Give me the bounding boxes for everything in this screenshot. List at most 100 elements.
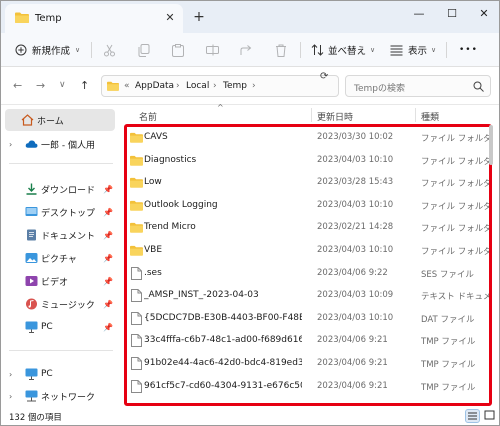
- minimize-button[interactable]: —: [409, 5, 429, 23]
- sidebar-label: ネットワーク: [41, 392, 96, 403]
- file-row[interactable]: Outlook Logging 2023/04/03 10:10 ファイル フォルダ…: [121, 195, 491, 217]
- recent-locations-icon[interactable]: ∨: [59, 80, 66, 90]
- sidebar-item-desktop[interactable]: デスクトップ 📌: [1, 201, 117, 223]
- pin-icon[interactable]: 📌: [103, 323, 113, 332]
- sidebar-item-pictures[interactable]: ピクチャ 📌: [1, 247, 117, 269]
- sidebar-item-documents[interactable]: ドキュメント 📌: [1, 224, 117, 246]
- search-input[interactable]: Tempの検索: [345, 75, 491, 97]
- file-modified-date: 2023/04/03 10:09: [317, 290, 394, 301]
- file-row[interactable]: Trend Micro 2023/02/21 14:28 ファイル フォルダー: [121, 217, 491, 239]
- file-name: 33c4fffa-c6b7-48c1-ad00-f689d616cc08.t..…: [144, 335, 302, 346]
- tiles-view-button[interactable]: [483, 409, 498, 423]
- new-button[interactable]: 新規作成 ∨: [15, 41, 80, 59]
- file-modified-date: 2023/04/03 10:10: [317, 199, 394, 210]
- folder-icon: [15, 12, 29, 23]
- hidden-path-icon[interactable]: «: [124, 81, 130, 91]
- file-name: CAVS: [144, 132, 168, 142]
- file-row[interactable]: .ses 2023/04/06 9:22 SES ファイル: [121, 263, 491, 285]
- details-view-button[interactable]: [465, 409, 480, 423]
- file-type: TMP ファイル: [421, 360, 476, 370]
- file-name: 961cf5c7-cd60-4304-9131-e676c501bb03....: [144, 380, 302, 391]
- refresh-icon[interactable]: ⟳: [320, 71, 328, 82]
- view-list-icon: [390, 45, 403, 55]
- file-row[interactable]: Low 2023/03/28 15:43 ファイル フォルダー: [121, 172, 491, 194]
- column-header-type[interactable]: 種類: [421, 110, 439, 123]
- breadcrumb-appdata[interactable]: AppData: [135, 81, 174, 91]
- sidebar-item-downloads[interactable]: ダウンロード 📌: [1, 178, 117, 200]
- file-name: Diagnostics: [144, 154, 197, 165]
- file-row[interactable]: Diagnostics 2023/04/03 10:10 ファイル フォルダー: [121, 150, 491, 172]
- pin-icon[interactable]: 📌: [103, 231, 113, 240]
- address-bar[interactable]: « AppData › Local › Temp ›: [101, 75, 339, 97]
- more-options-icon[interactable]: •••: [459, 41, 478, 59]
- search-icon: [473, 81, 484, 92]
- column-header-name[interactable]: 名前: [139, 110, 157, 123]
- file-explorer-window: Temp ✕ + — ☐ ✕ 新規作成 ∨ 並べ替え ∨ 表示 ∨ ••• ← …: [0, 0, 500, 426]
- breadcrumb-separator: ›: [213, 81, 217, 91]
- videos-icon: [25, 276, 38, 286]
- pin-icon[interactable]: 📌: [103, 277, 113, 286]
- paste-button[interactable]: [172, 41, 184, 59]
- column-header-modified[interactable]: 更新日時: [317, 110, 353, 123]
- file-name: VBE: [144, 245, 163, 255]
- breadcrumb-temp[interactable]: Temp: [223, 81, 247, 91]
- folder-icon: [130, 245, 143, 256]
- sidebar-label: ホーム: [37, 116, 64, 127]
- chevron-down-icon: ∨: [431, 46, 437, 54]
- pin-icon[interactable]: 📌: [103, 300, 113, 309]
- file-row[interactable]: _AMSP_INST_-2023-04-03 2023/04/03 10:09 テキ…: [121, 285, 491, 307]
- file-row[interactable]: 961cf5c7-cd60-4304-9131-e676c501bb03....…: [121, 376, 491, 398]
- copy-button[interactable]: [138, 41, 150, 59]
- tab-temp[interactable]: Temp ✕: [5, 4, 183, 33]
- pin-icon[interactable]: 📌: [103, 208, 113, 217]
- sidebar-item-pc-quick[interactable]: PC 📌: [1, 316, 117, 338]
- share-button[interactable]: [240, 41, 253, 59]
- sidebar-item-videos[interactable]: ビデオ 📌: [1, 270, 117, 292]
- file-icon: [131, 311, 144, 325]
- sort-button[interactable]: 並べ替え ∨: [311, 41, 375, 59]
- delete-button[interactable]: [275, 41, 287, 59]
- sidebar-item-music[interactable]: ミュージック 📌: [1, 293, 117, 315]
- sidebar-item-pc[interactable]: › PC: [1, 363, 117, 385]
- pin-icon[interactable]: 📌: [103, 254, 113, 263]
- file-row[interactable]: VBE 2023/04/03 10:10 ファイル フォルダー: [121, 240, 491, 262]
- sidebar-item-onedrive[interactable]: › 一郎 - 個人用: [1, 133, 117, 155]
- file-row[interactable]: CAVS 2023/03/30 10:02 ファイル フォルダー: [121, 127, 491, 149]
- sort-icon: [311, 44, 324, 56]
- sidebar-label: PC: [41, 369, 53, 379]
- chevron-right-icon: ›: [9, 369, 13, 379]
- rename-button[interactable]: [206, 41, 219, 59]
- file-row[interactable]: {5DCDC7DB-E30B-4403-BF00-F48E11BF8... 202…: [121, 308, 491, 330]
- file-row[interactable]: 33c4fffa-c6b7-48c1-ad00-f689d616cc08.t..…: [121, 330, 491, 352]
- cut-button[interactable]: [103, 41, 116, 59]
- scrollbar-thumb[interactable]: [489, 125, 493, 165]
- new-tab-button[interactable]: +: [191, 9, 207, 25]
- network-icon: [25, 390, 38, 402]
- pin-icon[interactable]: 📌: [103, 185, 113, 194]
- breadcrumb-local[interactable]: Local: [186, 81, 209, 91]
- back-icon[interactable]: ←: [13, 79, 22, 92]
- search-placeholder: Tempの検索: [354, 84, 405, 94]
- close-button[interactable]: ✕: [474, 5, 494, 23]
- sidebar-item-network[interactable]: › ネットワーク: [1, 385, 117, 407]
- sidebar-item-home[interactable]: ホーム: [5, 109, 115, 131]
- file-row[interactable]: 91b02e44-4ac6-42d0-bdc4-819ed3281b8... 20…: [121, 353, 491, 375]
- file-type: ファイル フォルダー: [421, 134, 489, 144]
- file-type: ファイル フォルダー: [421, 156, 489, 167]
- file-icon: [131, 266, 144, 280]
- command-bar: 新規作成 ∨ 並べ替え ∨ 表示 ∨ •••: [1, 33, 499, 67]
- file-name: 91b02e44-4ac6-42d0-bdc4-819ed3281b8...: [144, 358, 302, 368]
- column-divider[interactable]: [415, 108, 416, 122]
- tab-close-icon[interactable]: ✕: [163, 10, 177, 26]
- column-divider[interactable]: [311, 108, 312, 122]
- pc-icon: [25, 368, 38, 380]
- forward-icon[interactable]: →: [36, 79, 45, 92]
- maximize-button[interactable]: ☐: [442, 5, 462, 23]
- sidebar-label: ドキュメント: [41, 231, 96, 242]
- sidebar-divider: [9, 163, 113, 164]
- file-type: ファイル フォルダー: [421, 247, 489, 257]
- navigation-pane: ホーム › 一郎 - 個人用 ダウンロード 📌 デスクトップ 📌 ドキュメント …: [1, 105, 119, 408]
- up-folder-icon[interactable]: ↑: [80, 79, 89, 92]
- view-button[interactable]: 表示 ∨: [390, 41, 436, 59]
- cloud-icon: [25, 140, 38, 148]
